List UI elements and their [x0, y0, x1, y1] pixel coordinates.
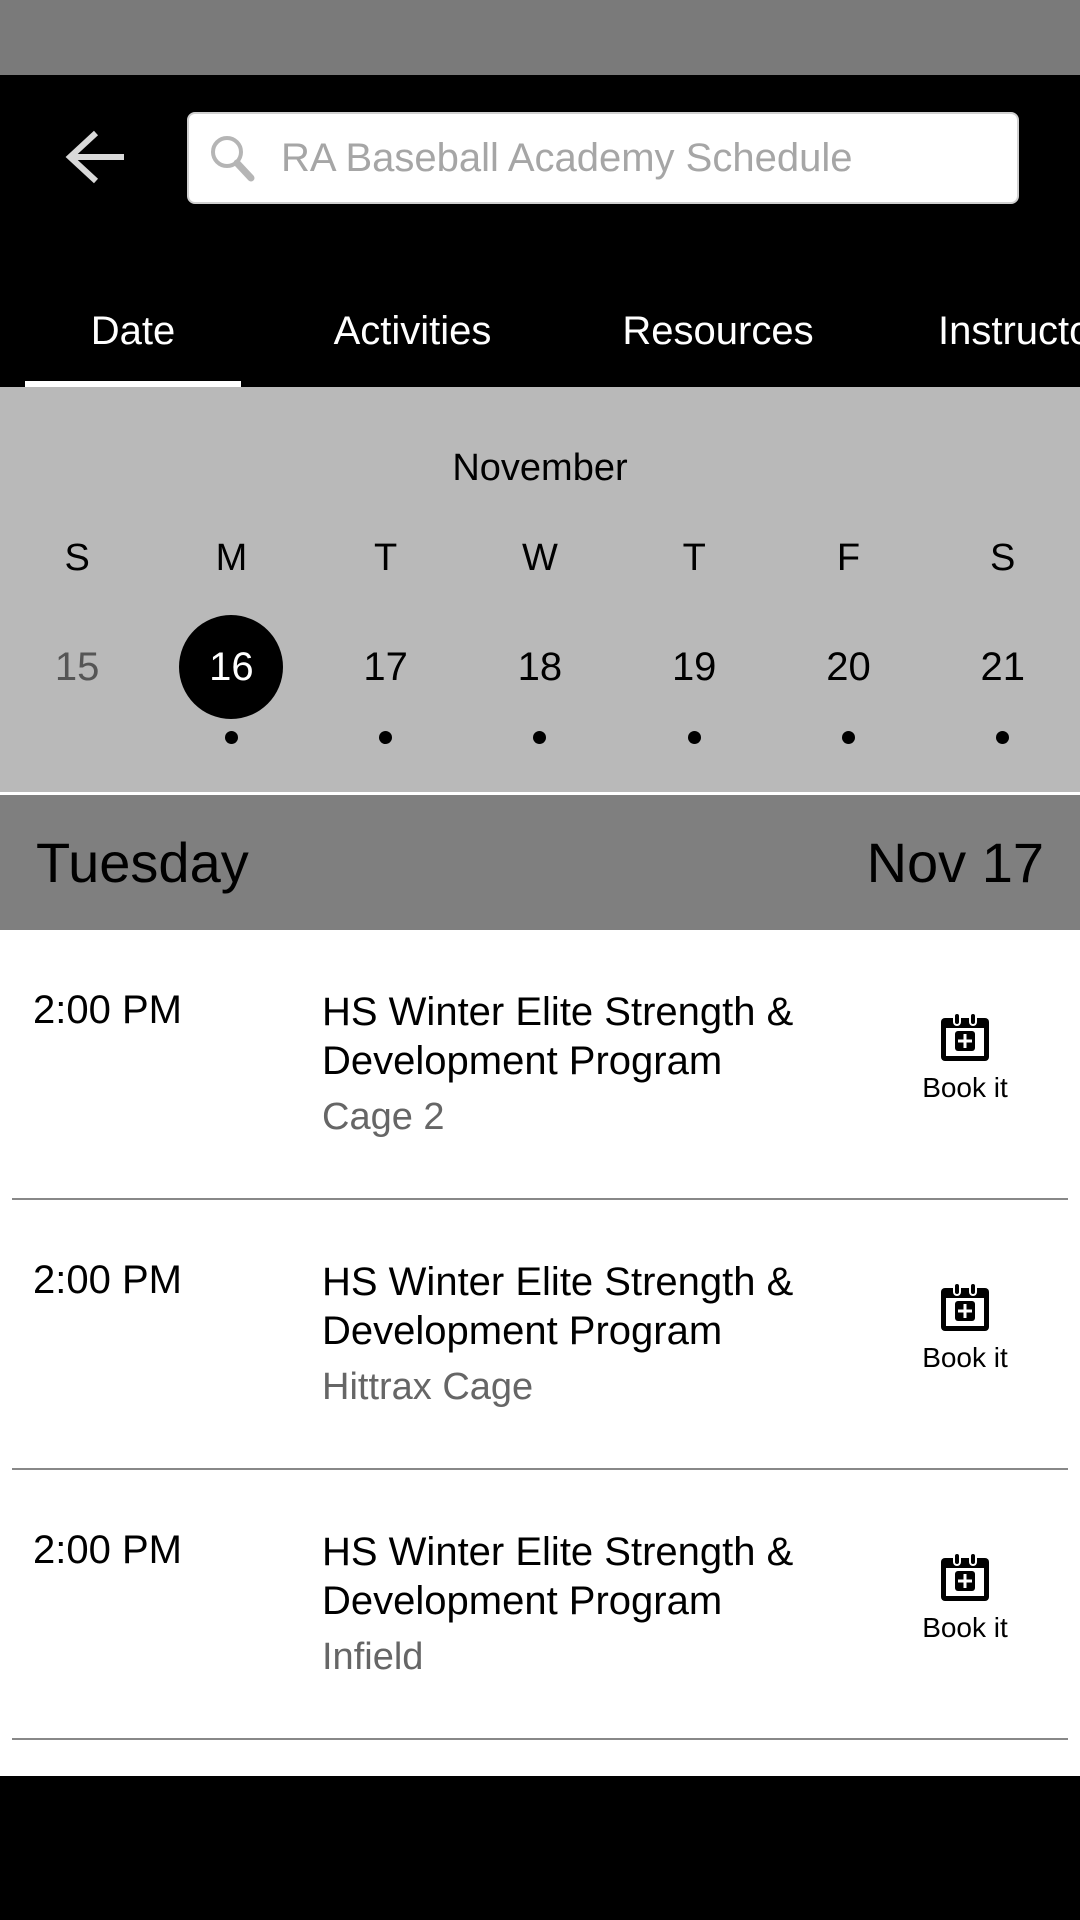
event-title: HS Winter Elite Strength & Development P… [322, 1530, 794, 1623]
weekday-label: S [990, 537, 1016, 579]
day-name: Tuesday [36, 831, 249, 894]
event-title: HS Winter Elite Strength & Development P… [322, 990, 794, 1083]
day-header: Tuesday Nov 17 [0, 795, 1080, 930]
calendar-plus-icon [941, 1282, 989, 1331]
event-title: HS Winter Elite Strength & Development P… [322, 1260, 794, 1353]
event-item[interactable]: 2:00 PM HS Winter Elite Strength & Devel… [0, 1470, 1080, 1740]
tab-instructors[interactable]: Instructors [938, 275, 1080, 387]
day-date: Nov 17 [866, 831, 1044, 894]
tab-activities[interactable]: Activities [300, 275, 525, 387]
weekday-label: F [836, 537, 861, 579]
navigation-bar [0, 1776, 1080, 1920]
event-separator [12, 1738, 1068, 1740]
tab-resources[interactable]: Resources [600, 275, 836, 387]
event-resource: Cage 2 [322, 1096, 445, 1138]
month-label: November [452, 447, 628, 489]
app-header: Date Activities Resources Instructors [0, 75, 1080, 387]
event-time: 2:00 PM [33, 988, 182, 1032]
day-cell[interactable]: 21 [951, 615, 1055, 719]
search-icon [205, 130, 261, 186]
event-dot [71, 731, 84, 744]
weekday-row: S M T W T F S [0, 537, 1080, 580]
event-dot [687, 731, 701, 744]
status-bar [0, 0, 1080, 75]
week-calendar: November S M T W T F S 15 16 17 18 19 20… [0, 387, 1080, 792]
weekday-label: T [374, 537, 398, 579]
weekday-label: S [64, 537, 90, 579]
event-time: 2:00 PM [33, 1258, 182, 1302]
event-dot [841, 731, 855, 744]
tab-bar: Date Activities Resources Instructors [0, 275, 1080, 387]
weekday-label: T [682, 537, 706, 579]
search-box[interactable] [187, 112, 1019, 204]
day-cell[interactable]: 15 [25, 615, 129, 719]
event-resource: Infield [322, 1636, 424, 1678]
weekday-label: M [215, 537, 248, 579]
back-button[interactable] [55, 122, 135, 192]
event-resource: Hittrax Cage [322, 1366, 534, 1408]
event-dot [379, 731, 393, 744]
book-it-button[interactable]: Book it [905, 1010, 1025, 1120]
calendar-plus-icon [941, 1012, 989, 1061]
day-cell[interactable]: 19 [642, 615, 746, 719]
book-it-label: Book it [922, 1072, 1008, 1103]
event-dot [224, 731, 238, 744]
book-it-label: Book it [922, 1342, 1008, 1373]
event-dot [533, 731, 547, 744]
event-item[interactable]: 2:00 PM HS Winter Elite Strength & Devel… [0, 1200, 1080, 1470]
search-input[interactable] [281, 135, 1001, 181]
day-cell[interactable]: 20 [796, 615, 900, 719]
weekday-label: W [521, 537, 558, 579]
arrow-left-icon [65, 130, 124, 184]
calendar-plus-icon [941, 1552, 989, 1601]
day-cell[interactable]: 17 [334, 615, 438, 719]
event-dot-row [0, 731, 1080, 744]
day-cell[interactable]: 18 [488, 615, 592, 719]
event-list: 2:00 PM HS Winter Elite Strength & Devel… [0, 930, 1080, 1776]
book-it-button[interactable]: Book it [905, 1280, 1025, 1390]
day-row: 15 16 17 18 19 20 21 [0, 615, 1080, 719]
day-cell[interactable]: 16 [179, 615, 284, 719]
event-item[interactable]: 2:00 PM HS Winter Elite Strength & Devel… [0, 930, 1080, 1200]
book-it-button[interactable]: Book it [905, 1550, 1025, 1660]
book-it-label: Book it [922, 1612, 1008, 1643]
event-time: 2:00 PM [33, 1528, 182, 1572]
event-dot [996, 731, 1010, 744]
tab-date[interactable]: Date [25, 275, 241, 387]
